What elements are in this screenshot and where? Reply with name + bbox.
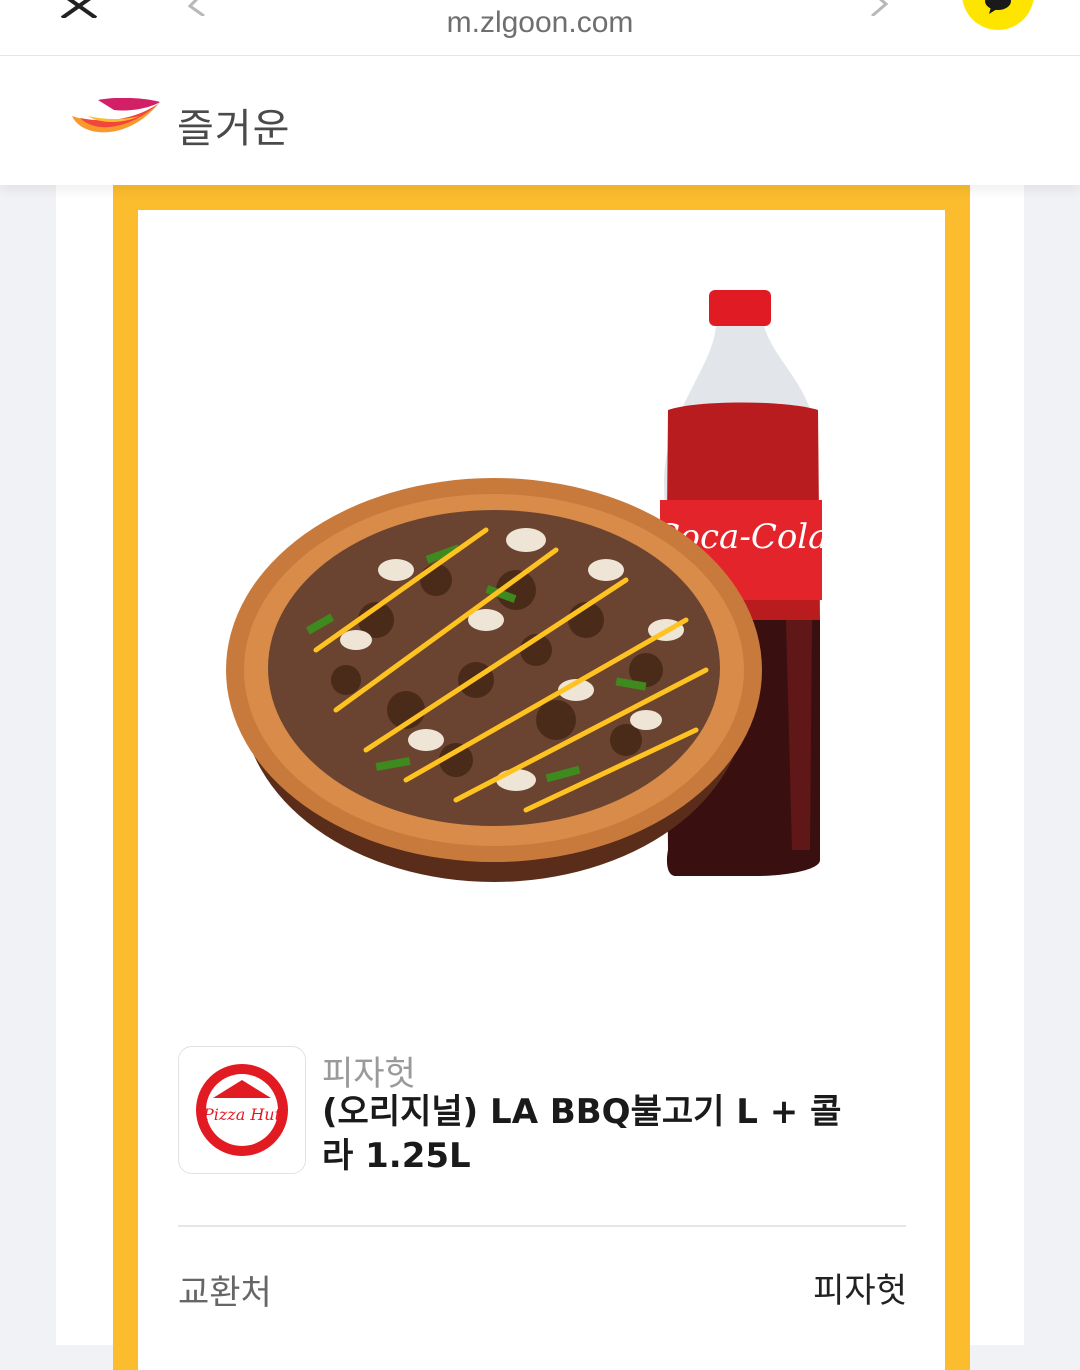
- chevron-right-icon[interactable]: [866, 0, 892, 16]
- brand-name: 피자헛: [322, 1054, 416, 1094]
- browser-bar: m.zlgoon.com: [0, 0, 1080, 56]
- pizza-hut-logo-icon: Pizza Hut: [196, 1064, 288, 1156]
- detail-value-exchange: 피자헛: [813, 1271, 907, 1311]
- kakao-chat-icon: [985, 0, 1011, 14]
- site-header: 즐거운: [0, 56, 1080, 185]
- divider: [178, 1225, 906, 1227]
- pizza-hut-logo-text: Pizza Hut: [202, 1105, 282, 1124]
- coupon-card: Coca-Cola Pizza Hut 피자헛 (오리지널) LA BBQ불고기…: [113, 185, 970, 1370]
- logo-text[interactable]: 즐거운: [177, 96, 290, 154]
- url-bar[interactable]: m.zlgoon.com: [0, 6, 1080, 40]
- detail-label-exchange: 교환처: [178, 1273, 272, 1313]
- brand-logo-box: Pizza Hut: [178, 1046, 306, 1174]
- pizza-and-cola-image: Coca-Cola: [226, 290, 828, 882]
- zlgoon-logo-icon[interactable]: [70, 98, 162, 142]
- product-name: (오리지널) LA BBQ불고기 L + 콜라 1.25L: [322, 1092, 842, 1176]
